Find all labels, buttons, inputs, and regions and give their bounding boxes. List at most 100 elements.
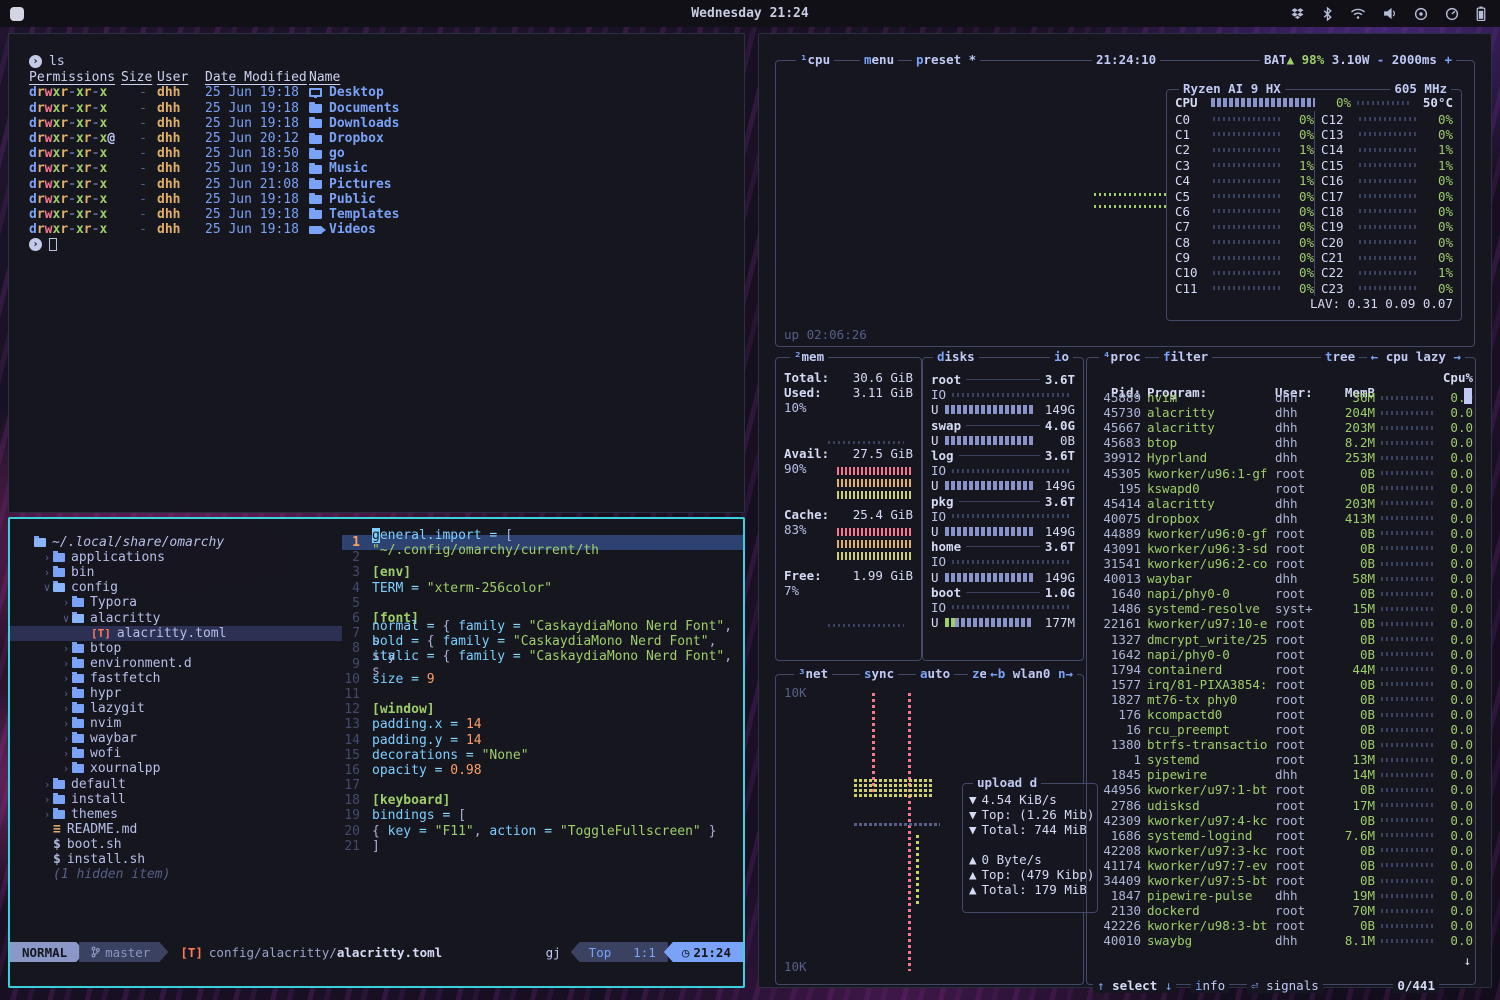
file-name[interactable]: Videos bbox=[309, 222, 744, 237]
tree-item[interactable]: ›themes bbox=[10, 807, 342, 822]
shell-prompt-line[interactable]: › bbox=[29, 237, 744, 252]
proc-row[interactable]: 41174kworker/u97:7-evroot0B0.0 bbox=[1093, 858, 1469, 873]
proc-row[interactable]: 45667alacrittydhh203M0.0 bbox=[1093, 420, 1469, 435]
tree-item[interactable]: ›wofi bbox=[10, 746, 342, 761]
file-name[interactable]: Desktop bbox=[309, 85, 744, 100]
tree-item[interactable]: ›xournalpp bbox=[10, 761, 342, 776]
proc-row[interactable]: 40075dropboxdhh413M0.0 bbox=[1093, 511, 1469, 526]
proc-row[interactable]: 45414alacrittydhh203M0.0 bbox=[1093, 496, 1469, 511]
proc-row[interactable]: 1577irq/81-PIXA3854:root0B0.0 bbox=[1093, 677, 1469, 692]
file-name[interactable]: Dropbox bbox=[309, 131, 744, 146]
proc-row[interactable]: 45305kworker/u96:1-gfroot0B0.0 bbox=[1093, 465, 1469, 480]
proc-row[interactable]: 39912Hyprlanddhh253M0.0 bbox=[1093, 450, 1469, 465]
net-interface-switch[interactable]: ←b wlan0 n→ bbox=[986, 666, 1077, 681]
btop-window[interactable]: ¹cpu menu preset * 21:24:10 BAT▲ 98% 3.1… bbox=[758, 33, 1492, 988]
net-tab[interactable]: ³net bbox=[794, 666, 832, 681]
proc-row[interactable]: 34409kworker/u97:5-btroot0B0.0 bbox=[1093, 873, 1469, 888]
io-tab[interactable]: io bbox=[1050, 349, 1073, 364]
proc-row[interactable]: 1847pipewire-pulsedhh19M0.0 bbox=[1093, 888, 1469, 903]
process-list[interactable]: 45889nvimdhh36M0.045730alacrittydhh204M0… bbox=[1087, 388, 1475, 948]
proc-row[interactable]: 1642napi/phy0-0root0B0.0 bbox=[1093, 647, 1469, 662]
git-branch[interactable]: master bbox=[79, 942, 168, 962]
proc-row[interactable]: 176kcompactd0root0B0.0 bbox=[1093, 707, 1469, 722]
tree-item[interactable]: ›Typora bbox=[10, 595, 342, 610]
proc-row[interactable]: 45730alacrittydhh204M0.0 bbox=[1093, 405, 1469, 420]
proc-row[interactable]: 42309kworker/u97:4-kcroot0B0.0 bbox=[1093, 813, 1469, 828]
proc-row[interactable]: 1686systemd-logindroot7.6M0.0 bbox=[1093, 828, 1469, 843]
file-name[interactable]: Documents bbox=[309, 101, 744, 116]
wifi-icon[interactable] bbox=[1350, 7, 1366, 20]
proc-row[interactable]: 44889kworker/u96:0-gfroot0B0.0 bbox=[1093, 526, 1469, 541]
proc-tab[interactable]: ⁴proc bbox=[1099, 349, 1145, 364]
proc-row[interactable]: 1327dmcrypt_write/25root0B0.0 bbox=[1093, 632, 1469, 647]
proc-row[interactable]: 1845pipewiredhh14M0.0 bbox=[1093, 767, 1469, 782]
proc-row[interactable]: 195kswapd0root0B0.0 bbox=[1093, 481, 1469, 496]
terminal-window-ls[interactable]: › ls Permissions Size User Date Modified… bbox=[8, 33, 745, 513]
tree-item[interactable]: (1 hidden item) bbox=[10, 867, 342, 882]
tree-item[interactable]: ›default bbox=[10, 777, 342, 792]
net-auto-button[interactable]: auto bbox=[916, 666, 954, 681]
file-name[interactable]: Public bbox=[309, 192, 744, 207]
battery-icon[interactable] bbox=[1476, 6, 1486, 21]
proc-row[interactable]: 2786udisksdroot17M0.0 bbox=[1093, 798, 1469, 813]
file-name[interactable]: Pictures bbox=[309, 177, 744, 192]
tree-button[interactable]: tree bbox=[1321, 349, 1359, 364]
proc-signals-button[interactable]: ⏎ signals bbox=[1247, 978, 1323, 993]
tree-item[interactable]: $boot.sh bbox=[10, 837, 342, 852]
file-name[interactable]: go bbox=[309, 146, 744, 161]
tree-item[interactable]: ›fastfetch bbox=[10, 671, 342, 686]
proc-row[interactable]: 1systemdroot13M0.0 bbox=[1093, 752, 1469, 767]
proc-row[interactable]: 43091kworker/u96:3-sdroot0B0.0 bbox=[1093, 541, 1469, 556]
tree-item[interactable]: ›bin bbox=[10, 565, 342, 580]
proc-row[interactable]: 1640napi/phy0-0root0B0.0 bbox=[1093, 586, 1469, 601]
proc-row[interactable]: 42226kworker/u98:3-btroot0B0.0 bbox=[1093, 918, 1469, 933]
proc-row[interactable]: 31541kworker/u96:2-coroot0B0.0 bbox=[1093, 556, 1469, 571]
sort-selector[interactable]: ← cpu lazy → bbox=[1367, 349, 1465, 364]
preset-button[interactable]: preset * bbox=[912, 52, 980, 67]
proc-row[interactable]: 16rcu_preemptroot0B0.0 bbox=[1093, 722, 1469, 737]
proc-select-hint[interactable]: ↑ select ↓ bbox=[1093, 978, 1176, 993]
tree-item[interactable]: ≡README.md bbox=[10, 822, 342, 837]
editor-window[interactable]: ~/.local/share/omarchy›applications›bin ∨… bbox=[8, 517, 745, 988]
proc-row[interactable]: 45889nvimdhh36M0.0 bbox=[1093, 390, 1469, 405]
proc-row[interactable]: 1380btrfs-transactioroot0B0.0 bbox=[1093, 737, 1469, 752]
mem-tab[interactable]: ²mem bbox=[790, 349, 828, 364]
proc-row[interactable]: 22161kworker/u97:10-eroot0B0.0 bbox=[1093, 616, 1469, 631]
file-tree[interactable]: ~/.local/share/omarchy›applications›bin ∨… bbox=[10, 535, 342, 882]
proc-row[interactable]: 44956kworker/u97:1-btroot0B0.0 bbox=[1093, 782, 1469, 797]
file-name[interactable]: Music bbox=[309, 161, 744, 176]
tree-item[interactable]: ~/.local/share/omarchy bbox=[10, 535, 342, 550]
net-sync-button[interactable]: sync bbox=[860, 666, 898, 681]
proc-row[interactable]: 42208kworker/u97:3-kcroot0B0.0 bbox=[1093, 843, 1469, 858]
cpu-tab[interactable]: ¹cpu bbox=[796, 52, 834, 67]
proc-row[interactable]: 1827mt76-tx phy0root0B0.0 bbox=[1093, 692, 1469, 707]
tree-item[interactable]: ›environment.d bbox=[10, 656, 342, 671]
tree-item[interactable]: ›install bbox=[10, 792, 342, 807]
bluetooth-icon[interactable] bbox=[1322, 7, 1333, 21]
editor-buffer[interactable]: 1general.import = [ "~/.config/omarchy/c… bbox=[342, 535, 743, 854]
tree-item[interactable]: ›waybar bbox=[10, 731, 342, 746]
tree-item[interactable]: $install.sh bbox=[10, 852, 342, 867]
proc-info-button[interactable]: info bbox=[1191, 978, 1229, 993]
proc-scroll-down-arrow[interactable]: ↓ bbox=[1463, 953, 1471, 968]
filter-button[interactable]: filter bbox=[1159, 349, 1212, 364]
proc-row[interactable]: 45683btopdhh8.2M0.0 bbox=[1093, 435, 1469, 450]
proc-row[interactable]: 2130dockerdroot70M0.0 bbox=[1093, 903, 1469, 918]
tree-item[interactable]: ›nvim bbox=[10, 716, 342, 731]
dropbox-icon[interactable] bbox=[1290, 7, 1305, 21]
proc-row[interactable]: 1794containerdroot44M0.0 bbox=[1093, 662, 1469, 677]
proc-scrollbar[interactable] bbox=[1464, 388, 1472, 404]
tree-item[interactable]: [T]alacritty.toml bbox=[10, 626, 342, 641]
file-name[interactable]: Templates bbox=[309, 207, 744, 222]
tree-item[interactable]: ›hypr bbox=[10, 686, 342, 701]
tree-item[interactable]: ∨alacritty bbox=[10, 610, 342, 625]
menu-button[interactable]: menu bbox=[860, 52, 898, 67]
file-name[interactable]: Downloads bbox=[309, 116, 744, 131]
volume-icon[interactable] bbox=[1383, 7, 1397, 20]
proc-row[interactable]: 40010swaybgdhh8.1M0.0 bbox=[1093, 933, 1469, 948]
proc-row[interactable]: 1486systemd-resolvesyst+15M0.0 bbox=[1093, 601, 1469, 616]
proc-row[interactable]: 40013waybardhh58M0.0 bbox=[1093, 571, 1469, 586]
tree-item[interactable]: ›applications bbox=[10, 550, 342, 565]
tree-item[interactable]: ›lazygit bbox=[10, 701, 342, 716]
screen-record-icon[interactable] bbox=[1414, 7, 1428, 21]
